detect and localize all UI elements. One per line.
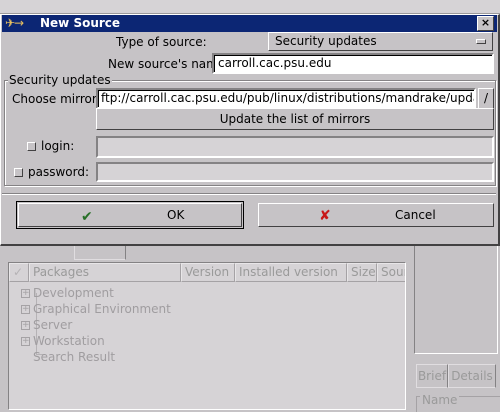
password-label[interactable]: password: bbox=[28, 165, 89, 179]
login-label[interactable]: login: bbox=[41, 139, 74, 153]
choose-mirror-label: Choose mirror: bbox=[12, 92, 101, 106]
password-input[interactable] bbox=[96, 162, 494, 182]
ok-label: OK bbox=[167, 208, 185, 222]
tree-item[interactable]: + Graphical Environment bbox=[21, 302, 171, 316]
cancel-x-icon: ✘ bbox=[319, 208, 331, 224]
name-frame-label: Name bbox=[420, 393, 460, 407]
tree-item-label: Development bbox=[33, 286, 114, 300]
close-button[interactable]: × bbox=[477, 16, 494, 31]
window-menu-icon[interactable]: ✈→ bbox=[5, 17, 35, 30]
info-pane bbox=[414, 242, 498, 354]
tree-item-label: Server bbox=[33, 318, 73, 332]
column-source[interactable]: Sour bbox=[377, 263, 405, 282]
column-packages[interactable]: Packages bbox=[29, 263, 181, 282]
password-checkbox[interactable] bbox=[14, 168, 23, 177]
column-version[interactable]: Version bbox=[181, 263, 235, 282]
tree-item[interactable]: Search Result bbox=[33, 350, 115, 364]
tree-item-label: Graphical Environment bbox=[33, 302, 171, 316]
tree-item-label: Workstation bbox=[33, 334, 105, 348]
mirror-input[interactable]: ftp://carroll.cac.psu.edu/pub/linux/dist… bbox=[96, 88, 476, 109]
type-of-source-label: Type of source: bbox=[116, 35, 207, 49]
dialog-titlebar[interactable]: ✈→ New Source bbox=[2, 15, 497, 32]
tree-item[interactable]: + Server bbox=[21, 318, 73, 332]
separator bbox=[2, 193, 496, 195]
source-name-input[interactable]: carroll.cac.psu.edu bbox=[212, 53, 494, 74]
expand-icon[interactable]: + bbox=[21, 337, 30, 346]
cancel-button[interactable]: ✘ Cancel bbox=[258, 203, 494, 227]
login-input[interactable] bbox=[96, 136, 494, 158]
column-installed-version[interactable]: Installed version bbox=[235, 263, 347, 282]
security-updates-frame-label: Security updates bbox=[8, 73, 112, 87]
column-size[interactable]: Size bbox=[347, 263, 377, 282]
type-of-source-value: Security updates bbox=[275, 34, 377, 48]
dialog-title: New Source bbox=[40, 16, 121, 30]
tree-item[interactable]: + Development bbox=[21, 286, 114, 300]
tab-details[interactable]: Details bbox=[448, 364, 496, 388]
login-checkbox[interactable] bbox=[27, 142, 36, 151]
option-menu-indicator-icon bbox=[476, 39, 486, 44]
expand-icon[interactable]: + bbox=[21, 321, 30, 330]
package-list[interactable]: ✓ Packages Version Installed version Siz… bbox=[8, 262, 406, 410]
background-window-edge bbox=[0, 0, 500, 14]
check-icon: ✓ bbox=[13, 265, 24, 279]
expand-icon[interactable]: + bbox=[21, 305, 30, 314]
mirror-dropdown-button[interactable]: / bbox=[478, 88, 494, 109]
tree-item[interactable]: + Workstation bbox=[21, 334, 105, 348]
expand-icon[interactable]: + bbox=[21, 289, 30, 298]
ok-check-icon: ✔ bbox=[81, 209, 93, 225]
tab-brief[interactable]: Brief bbox=[416, 364, 448, 388]
select-column-header[interactable]: ✓ bbox=[9, 263, 29, 282]
tree-item-label: Search Result bbox=[33, 350, 116, 364]
update-mirrors-button[interactable]: Update the list of mirrors bbox=[96, 108, 494, 130]
ok-button[interactable]: ✔ OK bbox=[18, 203, 242, 227]
cancel-label: Cancel bbox=[395, 208, 436, 222]
type-of-source-select[interactable]: Security updates bbox=[268, 32, 493, 51]
